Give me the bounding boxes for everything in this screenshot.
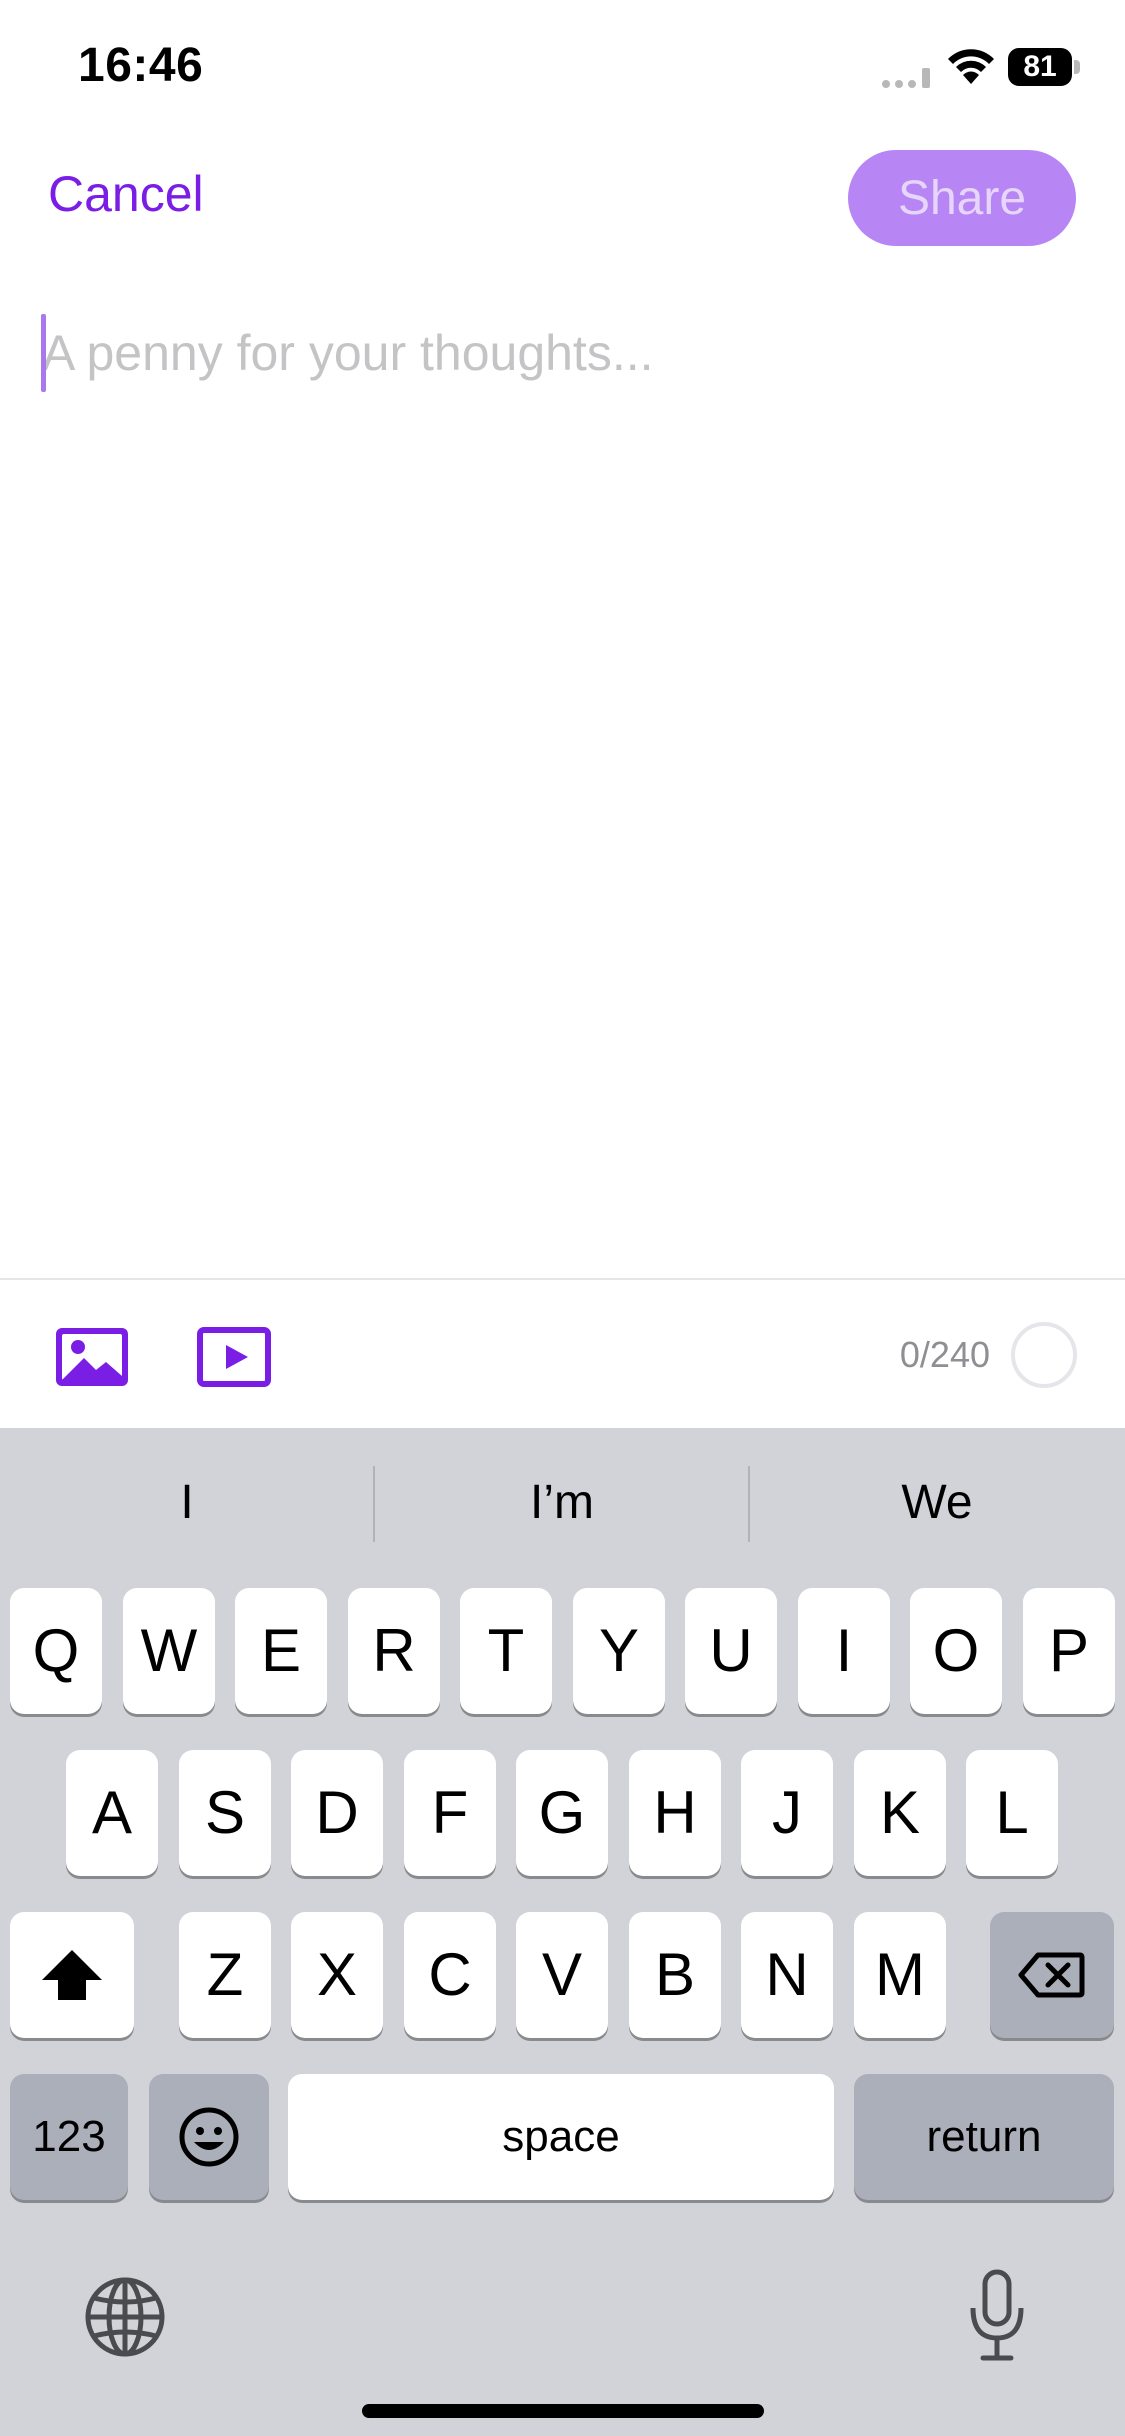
key-g[interactable]: G: [516, 1750, 608, 1876]
add-video-icon[interactable]: [196, 1326, 272, 1388]
status-bar: 16:46 81: [0, 0, 1125, 140]
keyboard: I I’m We Q W E R T Y U I O P A S D F G H…: [0, 1428, 1125, 2436]
status-time: 16:46: [78, 39, 204, 92]
wifi-icon: [948, 49, 994, 84]
key-y[interactable]: Y: [573, 1588, 665, 1714]
key-h[interactable]: H: [629, 1750, 721, 1876]
key-b[interactable]: B: [629, 1912, 721, 2038]
battery-cap: [1074, 60, 1080, 74]
key-m[interactable]: M: [854, 1912, 946, 2038]
key-r[interactable]: R: [348, 1588, 440, 1714]
post-text-input[interactable]: [42, 305, 1082, 401]
shift-icon: [42, 1950, 102, 2000]
key-w[interactable]: W: [123, 1588, 215, 1714]
backspace-icon: [1018, 1952, 1085, 1998]
key-d[interactable]: D: [291, 1750, 383, 1876]
battery-level: 81: [1008, 48, 1072, 86]
microphone-icon[interactable]: [965, 2268, 1029, 2364]
key-i[interactable]: I: [798, 1588, 890, 1714]
globe-icon[interactable]: [84, 2276, 166, 2358]
key-e[interactable]: E: [235, 1588, 327, 1714]
key-t[interactable]: T: [460, 1588, 552, 1714]
numbers-key[interactable]: 123: [10, 2074, 128, 2200]
emoji-key[interactable]: [149, 2074, 269, 2200]
key-k[interactable]: K: [854, 1750, 946, 1876]
key-x[interactable]: X: [291, 1912, 383, 2038]
suggestion-1[interactable]: I: [0, 1458, 374, 1548]
key-a[interactable]: A: [66, 1750, 158, 1876]
key-j[interactable]: J: [741, 1750, 833, 1876]
key-q[interactable]: Q: [10, 1588, 102, 1714]
cancel-button[interactable]: Cancel: [48, 165, 204, 223]
home-indicator[interactable]: [362, 2404, 764, 2418]
key-c[interactable]: C: [404, 1912, 496, 2038]
key-z[interactable]: Z: [179, 1912, 271, 2038]
key-s[interactable]: S: [179, 1750, 271, 1876]
key-u[interactable]: U: [685, 1588, 777, 1714]
space-key[interactable]: space: [288, 2074, 834, 2200]
delete-key[interactable]: [990, 1912, 1114, 2038]
key-f[interactable]: F: [404, 1750, 496, 1876]
character-counter: 0/240: [899, 1334, 990, 1375]
composer-toolbar: 0/240: [0, 1278, 1125, 1430]
suggestion-2[interactable]: I’m: [375, 1458, 749, 1548]
cellular-signal-icon: [882, 68, 930, 88]
compose-screen: 16:46 81 Cancel Share A penny for your t…: [0, 0, 1125, 2436]
shift-key[interactable]: [10, 1912, 134, 2038]
key-l[interactable]: L: [966, 1750, 1058, 1876]
share-button[interactable]: Share: [848, 150, 1076, 246]
text-caret: [41, 314, 46, 392]
key-o[interactable]: O: [910, 1588, 1002, 1714]
add-image-icon[interactable]: [54, 1326, 130, 1388]
character-limit-ring: [1011, 1322, 1077, 1388]
key-p[interactable]: P: [1023, 1588, 1115, 1714]
suggestion-3[interactable]: We: [750, 1458, 1124, 1548]
return-key[interactable]: return: [854, 2074, 1114, 2200]
key-v[interactable]: V: [516, 1912, 608, 2038]
emoji-icon: [179, 2107, 239, 2167]
battery-indicator: 81: [1008, 48, 1080, 86]
key-n[interactable]: N: [741, 1912, 833, 2038]
